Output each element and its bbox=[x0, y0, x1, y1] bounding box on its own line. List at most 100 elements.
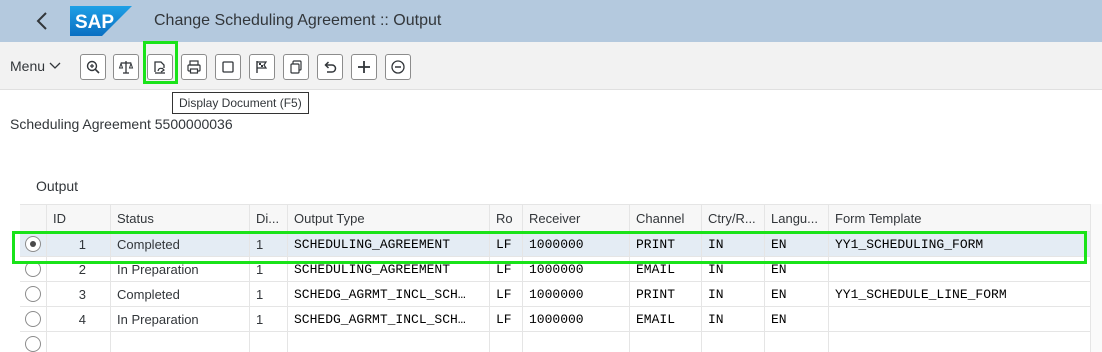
cell-channel: EMAIL bbox=[629, 257, 701, 281]
cell-channel: EMAIL bbox=[629, 307, 701, 331]
table-scrollbar[interactable] bbox=[1090, 204, 1102, 352]
tooltip: Display Document (F5) bbox=[172, 92, 309, 114]
cell-output-type: SCHEDULING_AGREEMENT bbox=[287, 232, 489, 256]
cell-status: Completed bbox=[110, 232, 249, 256]
cell-form-template: YY1_SCHEDULING_FORM bbox=[828, 232, 1090, 256]
undo-icon bbox=[324, 61, 337, 73]
cell-country: IN bbox=[701, 307, 764, 331]
radio-dot bbox=[30, 241, 36, 247]
column-header-output-type[interactable]: Output Type bbox=[287, 205, 489, 231]
square-icon bbox=[222, 61, 234, 73]
app-title: Change Scheduling Agreement :: Output bbox=[154, 12, 442, 29]
table-row[interactable]: 4 In Preparation 1 SCHEDG_AGRMT_INCL_SCH… LF… bbox=[20, 307, 1090, 332]
menu-label: Menu bbox=[10, 58, 46, 74]
sap-logo[interactable]: SAP bbox=[70, 6, 132, 36]
remove-button[interactable] bbox=[385, 54, 411, 80]
cell-form-template bbox=[828, 332, 1090, 352]
cell-role: LF bbox=[489, 257, 522, 281]
preview-button[interactable] bbox=[215, 54, 241, 80]
minus-icon bbox=[391, 60, 405, 74]
cell-receiver: 1000000 bbox=[522, 282, 629, 306]
section-title-output: Output bbox=[36, 178, 79, 194]
cell-channel: PRINT bbox=[629, 282, 701, 306]
cell-country bbox=[701, 332, 764, 352]
table-row[interactable]: 1 Completed 1 SCHEDULING_AGREEMENT LF 1000000… bbox=[20, 232, 1090, 257]
column-header-language[interactable]: Langu... bbox=[764, 205, 828, 231]
flag-icon bbox=[256, 61, 268, 73]
add-button[interactable] bbox=[351, 54, 377, 80]
column-header-status[interactable]: Status bbox=[110, 205, 249, 231]
row-select-cell[interactable] bbox=[20, 332, 46, 352]
cell-receiver: 1000000 bbox=[522, 232, 629, 256]
cell-id: 1 bbox=[46, 232, 110, 256]
row-radio-button[interactable] bbox=[25, 261, 41, 277]
row-select-cell[interactable] bbox=[20, 307, 46, 331]
row-radio-button[interactable] bbox=[25, 311, 41, 327]
cell-status: Completed bbox=[110, 282, 249, 306]
back-button[interactable] bbox=[24, 0, 60, 42]
cell-receiver: 1000000 bbox=[522, 257, 629, 281]
column-header-country[interactable]: Ctry/R... bbox=[701, 205, 764, 231]
column-header-role[interactable]: Ro bbox=[489, 205, 522, 231]
cell-receiver: 1000000 bbox=[522, 307, 629, 331]
table-row[interactable]: 3 Completed 1 SCHEDG_AGRMT_INCL_SCH… LF 10000… bbox=[20, 282, 1090, 307]
print-button[interactable] bbox=[181, 54, 207, 80]
cell-output-type bbox=[287, 332, 489, 352]
row-select-cell[interactable] bbox=[20, 257, 46, 281]
cell-role: LF bbox=[489, 232, 522, 256]
cell-dispatch: 1 bbox=[249, 257, 287, 281]
display-document-icon bbox=[154, 61, 165, 74]
table-header-row: ID Status Di... Output Type Ro Receiver … bbox=[20, 204, 1090, 232]
cell-language: EN bbox=[764, 282, 828, 306]
cell-channel: PRINT bbox=[629, 232, 701, 256]
cell-status: In Preparation bbox=[110, 257, 249, 281]
svg-text:SAP: SAP bbox=[75, 12, 114, 33]
cell-role: LF bbox=[489, 307, 522, 331]
balance-icon bbox=[118, 61, 134, 74]
table-row[interactable] bbox=[20, 332, 1090, 352]
cell-language bbox=[764, 332, 828, 352]
cell-role: LF bbox=[489, 282, 522, 306]
undo-button[interactable] bbox=[317, 54, 343, 80]
column-header-form-template[interactable]: Form Template bbox=[828, 205, 1090, 231]
cell-language: EN bbox=[764, 257, 828, 281]
cell-receiver bbox=[522, 332, 629, 352]
column-header-receiver[interactable]: Receiver bbox=[522, 205, 629, 231]
cell-dispatch bbox=[249, 332, 287, 352]
compare-button[interactable] bbox=[113, 54, 139, 80]
cell-language: EN bbox=[764, 232, 828, 256]
table-row[interactable]: 2 In Preparation 1 SCHEDULING_AGREEMENT LF 10… bbox=[20, 257, 1090, 282]
cell-form-template: YY1_SCHEDULE_LINE_FORM bbox=[828, 282, 1090, 306]
menu-button[interactable]: Menu bbox=[10, 56, 61, 76]
column-header-id[interactable]: ID bbox=[46, 205, 110, 231]
copy-button[interactable] bbox=[283, 54, 309, 80]
cell-form-template bbox=[828, 307, 1090, 331]
row-radio-button[interactable] bbox=[25, 236, 41, 252]
cell-channel bbox=[629, 332, 701, 352]
cell-country: IN bbox=[701, 282, 764, 306]
row-radio-button[interactable] bbox=[25, 336, 41, 352]
cell-status bbox=[110, 332, 249, 352]
flag-button[interactable] bbox=[249, 54, 275, 80]
cell-id bbox=[46, 332, 110, 352]
cell-country: IN bbox=[701, 232, 764, 256]
output-table: ID Status Di... Output Type Ro Receiver … bbox=[20, 204, 1090, 352]
cell-role bbox=[489, 332, 522, 352]
toolbar: Menu bbox=[0, 42, 1102, 90]
cell-output-type: SCHEDG_AGRMT_INCL_SCH… bbox=[287, 307, 489, 331]
select-all-cell[interactable] bbox=[20, 205, 46, 231]
copy-icon bbox=[290, 60, 302, 74]
chevron-down-icon bbox=[49, 62, 61, 69]
row-select-cell[interactable] bbox=[20, 232, 46, 256]
row-radio-button[interactable] bbox=[25, 286, 41, 302]
display-document-button[interactable] bbox=[147, 54, 173, 80]
back-icon bbox=[36, 12, 47, 30]
cell-country: IN bbox=[701, 257, 764, 281]
cell-id: 2 bbox=[46, 257, 110, 281]
column-header-dispatch[interactable]: Di... bbox=[249, 205, 287, 231]
cell-output-type: SCHEDG_AGRMT_INCL_SCH… bbox=[287, 282, 489, 306]
zoom-button[interactable] bbox=[80, 54, 106, 80]
plus-icon bbox=[358, 61, 370, 73]
column-header-channel[interactable]: Channel bbox=[629, 205, 701, 231]
row-select-cell[interactable] bbox=[20, 282, 46, 306]
